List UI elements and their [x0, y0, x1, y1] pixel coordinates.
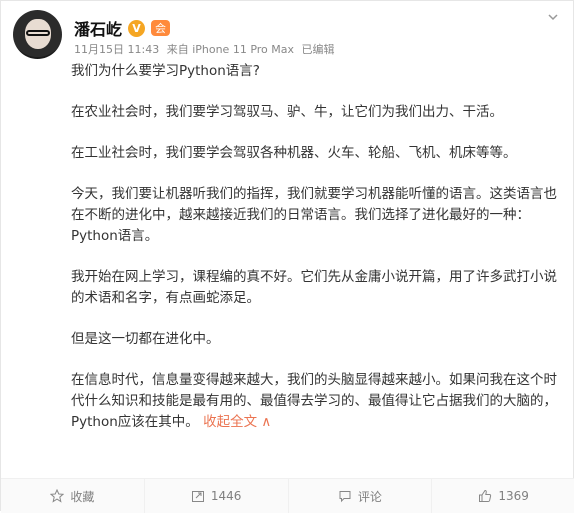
paragraph: 今天，我们要让机器听我们的指挥，我们就要学习机器能听懂的语言。这类语言也在不断的… — [71, 186, 557, 244]
paragraph: 我开始在网上学习，课程编的真不好。它们先从金庸小说开篇，用了许多武打小说的术语和… — [71, 269, 557, 306]
edited-label[interactable]: 已编辑 — [302, 43, 335, 56]
author-row: 潘石屹 V 会 — [74, 16, 171, 40]
repost-icon — [191, 491, 204, 502]
verified-badge-icon: V — [128, 19, 146, 37]
collapse-link[interactable]: 收起全文 ∧ — [203, 414, 271, 430]
paragraph-last: 在信息时代，信息量变得越来越大，我们的头脑显得越来越小。如果问我在这个时代什么知… — [71, 370, 561, 433]
favorite-button[interactable]: 收藏 — [1, 479, 145, 513]
repost-count: 1446 — [210, 489, 242, 503]
action-bar: 收藏 1446 评论 1369 — [1, 478, 574, 513]
star-icon — [50, 489, 65, 503]
paragraph: 但是这一切都在进化中。 — [71, 331, 220, 347]
comment-button[interactable]: 评论 — [289, 479, 433, 513]
weibo-post-card: 潘石屹 V 会 11月15日 11:43 来自 iPhone 11 Pro Ma… — [0, 0, 574, 513]
thumbs-up-icon — [479, 489, 492, 502]
comment-icon — [339, 491, 351, 503]
author-avatar[interactable] — [13, 10, 62, 59]
member-badge-icon: 会 — [151, 20, 171, 36]
paragraph: 在工业社会时，我们要学会驾驭各种机器、火车、轮船、飞机、机床等等。 — [71, 145, 517, 161]
post-timestamp[interactable]: 11月15日 11:43 — [74, 43, 159, 56]
paragraph: 在农业社会时，我们要学习驾驭马、驴、牛，让它们为我们出力、干活。 — [71, 104, 503, 120]
paragraph: 在信息时代，信息量变得越来越大，我们的头脑显得越来越小。如果问我在这个时代什么知… — [71, 372, 557, 430]
repost-button[interactable]: 1446 — [145, 479, 289, 513]
chevron-down-icon[interactable] — [547, 11, 559, 23]
post-content: 我们为什么要学习Python语言? 在农业社会时，我们要学习驾驭马、驴、牛，让它… — [71, 61, 561, 433]
comment-label: 评论 — [357, 489, 382, 504]
like-count: 1369 — [498, 489, 529, 503]
paragraph: 我们为什么要学习Python语言? — [71, 63, 260, 79]
post-source: 来自 iPhone 11 Pro Max — [166, 43, 295, 56]
post-meta: 11月15日 11:43 来自 iPhone 11 Pro Max 已编辑 — [74, 41, 339, 57]
avatar-glasses — [26, 30, 50, 36]
favorite-label: 收藏 — [70, 489, 95, 504]
like-button[interactable]: 1369 — [432, 479, 574, 513]
author-name[interactable]: 潘石屹 — [74, 16, 122, 40]
